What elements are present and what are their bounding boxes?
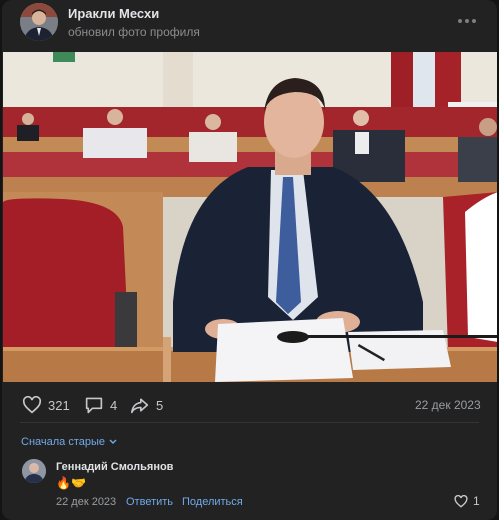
post-header: Иракли Месхи обновил фото профиля [2,0,497,50]
author-avatar[interactable] [20,3,58,41]
comment-like-count: 1 [473,494,480,508]
comment-date[interactable]: 22 дек 2023 [56,496,116,508]
heart-icon [454,494,468,508]
share-link[interactable]: Поделиться [182,496,243,508]
divider [20,422,479,423]
share-count: 5 [156,397,164,413]
sort-label: Сначала старые [21,436,106,448]
photo-image [3,52,497,382]
avatar-photo [22,459,46,483]
comment-author[interactable]: Геннадий Смольянов [56,461,173,473]
more-dot [458,19,462,23]
more-icon[interactable] [452,10,482,32]
post-date[interactable]: 22 дек 2023 [415,398,481,412]
share-arrow-icon [131,398,149,414]
commenter-avatar[interactable] [22,459,46,483]
post-action-text: обновил фото профиля [68,25,200,39]
like-count: 321 [48,397,70,413]
post-card: Иракли Месхи обновил фото профиля 321 4 … [2,0,497,520]
comments-sort-toggle[interactable]: Сначала старые [21,436,117,448]
comment-item: Геннадий Смольянов 🔥🤝 22 дек 2023 Ответи… [2,456,497,520]
more-dot [465,19,469,23]
like-button[interactable]: 321 [22,394,70,416]
comment-button[interactable]: 4 [84,394,117,416]
comment-text: 🔥🤝 [56,476,86,490]
post-actions: 321 4 5 22 дек 2023 [2,390,497,418]
comment-like-button[interactable]: 1 [454,494,480,508]
comment-icon [85,397,103,414]
heart-icon [22,396,42,414]
author-name[interactable]: Иракли Месхи [68,6,159,21]
reply-link[interactable]: Ответить [126,496,173,508]
avatar-photo [20,3,58,41]
post-photo[interactable] [3,52,497,382]
chevron-down-icon [109,439,117,444]
comment-count: 4 [110,397,118,413]
more-dot [472,19,476,23]
share-button[interactable]: 5 [130,394,163,416]
